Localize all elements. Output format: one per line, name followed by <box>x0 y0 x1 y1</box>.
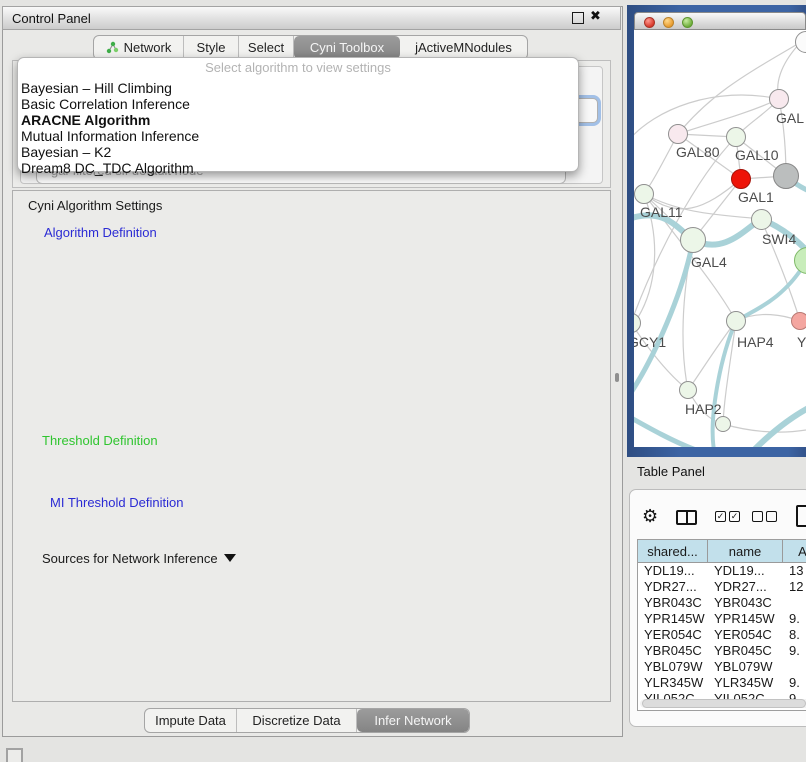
control-panel-title: Control Panel <box>12 11 91 26</box>
tab-style[interactable]: Style <box>184 36 239 59</box>
node-gal10[interactable] <box>726 127 746 147</box>
minimize-traffic-light-icon[interactable] <box>663 17 674 28</box>
network-canvas[interactable]: GAL GAL80 GAL10 GAL1 GAL11 SWI4 GAL4 GCY… <box>634 30 806 447</box>
node-label: Y <box>797 334 806 350</box>
threshold-definition-title: Threshold Definition <box>38 433 162 448</box>
algorithm-popup-prompt: Select algorithm to view settings <box>18 60 578 75</box>
node-hap4[interactable] <box>726 311 746 331</box>
collapse-arrow-icon <box>224 554 236 562</box>
tab-infer-network-label: Infer Network <box>374 713 451 728</box>
tab-jactivemnodules[interactable]: jActiveMNodules <box>400 36 527 59</box>
node-label: GAL <box>776 110 804 126</box>
unchecked-checkbox-icon[interactable] <box>766 511 777 522</box>
node-hap2[interactable] <box>679 381 697 399</box>
algorithm-option[interactable]: Bayesian – K2 <box>21 144 111 160</box>
node-gal4[interactable] <box>680 227 706 253</box>
node-gray[interactable] <box>773 163 799 189</box>
column-header-name[interactable]: name <box>708 540 783 563</box>
column-header-partial[interactable]: A <box>783 540 806 563</box>
table-panel-title: Table Panel <box>637 464 705 479</box>
tab-impute-data-label: Impute Data <box>155 713 226 728</box>
algorithm-option[interactable]: Dream8 DC_TDC Algorithm <box>21 160 194 176</box>
tab-infer-network[interactable]: Infer Network <box>357 709 469 732</box>
columns-icon[interactable] <box>676 510 697 525</box>
tab-style-label: Style <box>197 40 226 55</box>
tab-discretize-data-label: Discretize Data <box>252 713 340 728</box>
node-gal11[interactable] <box>634 184 654 204</box>
node-label: GAL11 <box>640 204 683 220</box>
table-row[interactable]: YDR27...YDR27...12 <box>638 579 806 595</box>
node-label: HAP2 <box>685 401 722 417</box>
table-panel-card: ⚙ ✓ ✓ shared... name A YDL19...YDL19...1… <box>629 489 806 727</box>
close-icon[interactable]: ✖ <box>590 8 601 24</box>
node-label: GAL80 <box>676 144 720 160</box>
node-label: GAL10 <box>735 147 779 163</box>
table-header: shared... name A <box>638 540 806 563</box>
network-icon <box>106 41 119 54</box>
node-unlabeled[interactable] <box>715 416 731 432</box>
column-header-shared[interactable]: shared... <box>638 540 708 563</box>
tab-select-label: Select <box>248 40 284 55</box>
node-y-partial[interactable] <box>791 312 806 330</box>
close-traffic-light-icon[interactable] <box>644 17 655 28</box>
control-panel-titlebar[interactable] <box>2 6 621 30</box>
network-window-titlebar[interactable] <box>634 12 806 30</box>
tab-select[interactable]: Select <box>239 36 294 59</box>
tab-impute-data[interactable]: Impute Data <box>145 709 237 732</box>
algorithm-option[interactable]: Bayesian – Hill Climbing <box>21 80 172 96</box>
node-label: GAL1 <box>738 189 774 205</box>
unchecked-checkbox-icon[interactable] <box>752 511 763 522</box>
node-label: GAL4 <box>691 254 727 270</box>
tab-network[interactable]: Network <box>94 36 184 59</box>
table-row[interactable]: YDL19...YDL19...13 <box>638 563 806 579</box>
algorithm-option-selected[interactable]: ARACNE Algorithm <box>21 112 150 128</box>
cyni-algorithm-settings-title: Cyni Algorithm Settings <box>24 198 166 213</box>
screen: Control Panel ✖ Network Style Select Cyn… <box>0 0 806 762</box>
float-window-icon[interactable] <box>572 12 584 24</box>
table-row[interactable]: YLR345WYLR345W9. <box>638 675 806 691</box>
scrollbar-thumb[interactable] <box>642 699 806 708</box>
cyni-bottom-tabs: Impute Data Discretize Data Infer Networ… <box>144 708 470 733</box>
node-swi4[interactable] <box>751 209 772 230</box>
table-row[interactable]: YER054CYER054C8. <box>638 627 806 643</box>
algorithm-option[interactable]: Basic Correlation Inference <box>21 96 190 112</box>
node-label: HAP4 <box>737 334 774 350</box>
tab-cyni-toolbox[interactable]: Cyni Toolbox <box>294 36 400 59</box>
node-label: SWI4 <box>762 231 796 247</box>
node-table[interactable]: shared... name A YDL19...YDL19...13 YDR2… <box>637 539 806 711</box>
tab-discretize-data[interactable]: Discretize Data <box>237 709 357 732</box>
table-row[interactable]: YPR145WYPR145W9. <box>638 611 806 627</box>
checked-checkbox-icon[interactable]: ✓ <box>729 511 740 522</box>
zoom-traffic-light-icon[interactable] <box>682 17 693 28</box>
node-gal-partial[interactable] <box>769 89 789 109</box>
mi-threshold-group-title: MI Threshold Definition <box>46 495 187 510</box>
sources-title-text: Sources for Network Inference <box>42 551 218 566</box>
node-gal80[interactable] <box>668 124 688 144</box>
table-row[interactable]: YBR045CYBR045C9. <box>638 643 806 659</box>
table-row[interactable]: YBL079WYBL079W <box>638 659 806 675</box>
algorithm-option[interactable]: Mutual Information Inference <box>21 128 199 144</box>
gear-icon[interactable]: ⚙ <box>642 506 658 527</box>
document-icon[interactable] <box>796 505 806 527</box>
splitter-handle[interactable] <box>615 373 619 382</box>
tab-network-label: Network <box>124 40 172 55</box>
table-row[interactable]: YBR043CYBR043C <box>638 595 806 611</box>
tab-cyni-toolbox-label: Cyni Toolbox <box>310 40 384 55</box>
minimized-panel-icon[interactable] <box>6 748 23 762</box>
table-horizontal-scrollbar[interactable] <box>640 699 806 708</box>
checked-checkbox-icon[interactable]: ✓ <box>715 511 726 522</box>
node-label: GCY1 <box>634 334 666 350</box>
tab-jactivemnodules-label: jActiveMNodules <box>415 40 512 55</box>
node-gal1[interactable] <box>731 169 751 189</box>
algorithm-dropdown-popup: Select algorithm to view settings Bayesi… <box>17 57 579 172</box>
algorithm-definition-title: Algorithm Definition <box>40 225 161 240</box>
sources-group-title[interactable]: Sources for Network Inference <box>38 551 240 566</box>
